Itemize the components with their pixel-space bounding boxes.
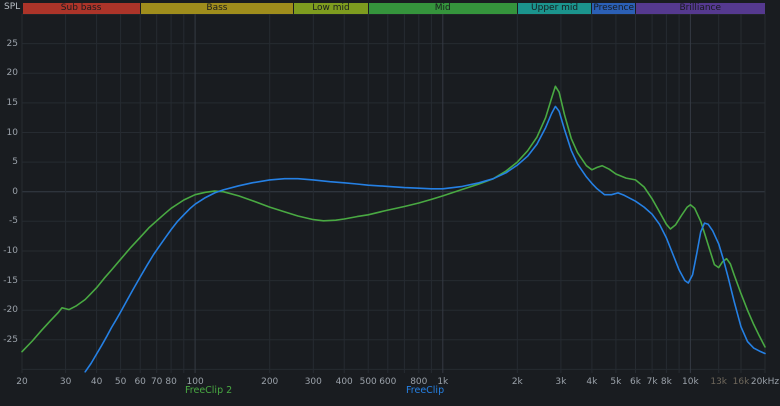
- legend-label-freeclip: FreeClip: [406, 385, 445, 396]
- y-tick--5: -5: [9, 216, 18, 227]
- gridlines: [21, 13, 766, 373]
- y-tick--20: -20: [3, 305, 18, 316]
- legend: FreeClip 2 FreeClip: [0, 385, 780, 399]
- band-bass: Bass: [140, 3, 294, 14]
- y-tick--25: -25: [3, 334, 18, 345]
- band-brilliance: Brilliance: [636, 3, 765, 14]
- frequency-response-chart: SPL Sub bass Bass Low mid Mid Upper mid Prese…: [0, 0, 780, 406]
- band-low-mid: Low mid: [294, 3, 368, 14]
- y-tick-10: 10: [6, 127, 18, 138]
- y-tick-5: 5: [12, 157, 18, 168]
- curve-freeclip-2: [21, 85, 766, 353]
- band-sub-bass: Sub bass: [22, 3, 140, 14]
- y-axis-tick-labels: 25 20 15 10 5 0 -5 -10 -15 -20 -25: [0, 0, 18, 406]
- plot-area: [21, 13, 766, 373]
- curve-freeclip: [84, 105, 766, 373]
- band-mid: Mid: [368, 3, 517, 14]
- y-tick-25: 25: [6, 38, 18, 49]
- y-tick-20: 20: [6, 68, 18, 79]
- y-tick-0: 0: [12, 186, 18, 197]
- legend-label-freeclip-2: FreeClip 2: [185, 385, 233, 396]
- y-tick-15: 15: [6, 97, 18, 108]
- y-tick--15: -15: [3, 275, 18, 286]
- frequency-bands-strip: Sub bass Bass Low mid Mid Upper mid Presence B…: [0, 3, 780, 14]
- band-upper-mid: Upper mid: [517, 3, 592, 14]
- y-tick--10: -10: [3, 246, 18, 256]
- y-axis-title: SPL: [4, 2, 21, 12]
- band-presence: Presence: [592, 3, 635, 14]
